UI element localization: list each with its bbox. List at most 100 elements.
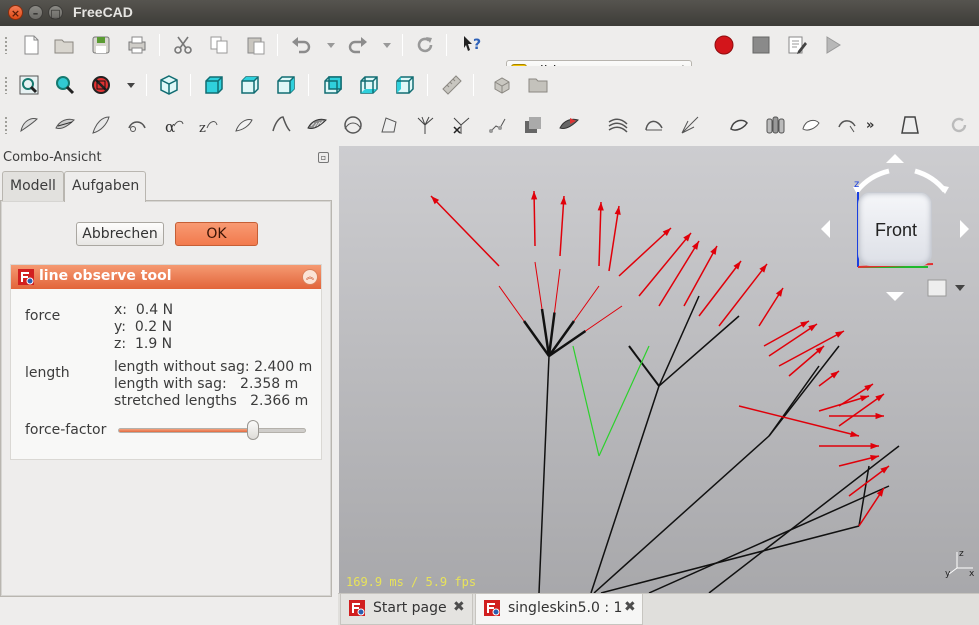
- close-tab-icon[interactable]: ✖: [624, 599, 636, 615]
- glider-tool-13-icon[interactable]: [448, 112, 474, 138]
- glider-tool-1-icon[interactable]: [16, 112, 42, 138]
- glider-tool-17-icon[interactable]: [605, 112, 631, 138]
- view-rear-icon[interactable]: [320, 72, 346, 98]
- view-left-icon[interactable]: [392, 72, 418, 98]
- open-file-icon[interactable]: [51, 32, 77, 58]
- collapse-icon[interactable]: ︽: [302, 269, 318, 285]
- axis-cross: z x y: [945, 549, 975, 578]
- nav-right-arrow-icon[interactable]: [960, 220, 969, 238]
- slider-handle[interactable]: [247, 420, 260, 440]
- glider-tool-7-icon[interactable]: [231, 112, 257, 138]
- new-file-icon[interactable]: [18, 32, 44, 58]
- refresh-gray-icon[interactable]: [946, 112, 972, 138]
- glider-tool-12-icon[interactable]: [412, 112, 438, 138]
- force-vector: [778, 330, 845, 367]
- paste-icon[interactable]: [243, 32, 269, 58]
- glider-tool-4-icon[interactable]: [124, 112, 150, 138]
- glider-tool-6-icon[interactable]: z: [195, 112, 221, 138]
- glider-tool-19-icon[interactable]: [677, 112, 703, 138]
- rotate-left-arrow-icon[interactable]: [855, 168, 890, 193]
- nav-left-arrow-icon[interactable]: [821, 220, 830, 238]
- view-top-icon[interactable]: [237, 72, 263, 98]
- glider-tool-21-icon[interactable]: [762, 112, 788, 138]
- macro-edit-icon[interactable]: [784, 32, 810, 58]
- cancel-button[interactable]: Abbrechen: [76, 222, 164, 246]
- force-vector: [638, 232, 692, 297]
- ok-button[interactable]: OK: [175, 222, 258, 246]
- draw-style-icon[interactable]: [88, 72, 114, 98]
- group-icon[interactable]: [525, 72, 551, 98]
- macro-record-icon[interactable]: [711, 32, 737, 58]
- suspension-line: [708, 445, 900, 593]
- suspension-line: [648, 485, 890, 593]
- glider-tool-5-icon[interactable]: α: [160, 112, 186, 138]
- glider-tool-9-icon[interactable]: [304, 112, 330, 138]
- nav-up-arrow-icon[interactable]: [886, 154, 904, 163]
- glider-tool-20-icon[interactable]: [726, 112, 752, 138]
- rotate-right-arrow-icon[interactable]: [914, 168, 947, 193]
- selected-line: [572, 345, 600, 457]
- part-icon[interactable]: [489, 72, 515, 98]
- tab-start-page[interactable]: Start page ✖: [340, 594, 473, 625]
- glider-tool-15-icon[interactable]: [520, 112, 546, 138]
- fit-selection-icon[interactable]: [52, 72, 78, 98]
- cut-icon[interactable]: [170, 32, 196, 58]
- print-icon[interactable]: [124, 32, 150, 58]
- tab-start-page-label: Start page: [373, 600, 447, 616]
- view-bottom-icon[interactable]: [356, 72, 382, 98]
- 3d-view[interactable]: 169.9 ms / 5.9 fps z Front z x y: [339, 146, 979, 593]
- splitter[interactable]: [332, 146, 339, 625]
- fit-all-icon[interactable]: [16, 72, 42, 98]
- save-icon[interactable]: [88, 32, 114, 58]
- redo-dropdown-icon[interactable]: [374, 32, 400, 58]
- tab-singleskin[interactable]: singleskin5.0 : 1 ✖: [475, 594, 643, 625]
- glider-tool-16-icon[interactable]: [556, 112, 582, 138]
- draw-style-dropdown-icon[interactable]: [118, 72, 144, 98]
- force-arrowhead: [870, 442, 879, 450]
- nav-down-arrow-icon[interactable]: [886, 292, 904, 301]
- glider-tool-22-icon[interactable]: [798, 112, 824, 138]
- stretched-lengths-value: stretched lengths 2.366 m: [114, 393, 309, 409]
- copy-icon[interactable]: [206, 32, 232, 58]
- redo-icon[interactable]: [345, 32, 371, 58]
- whats-this-icon[interactable]: ?: [459, 32, 485, 58]
- length-without-sag-value: length without sag: 2.400 m: [114, 359, 313, 375]
- tab-aufgaben[interactable]: Aufgaben: [64, 171, 146, 202]
- macro-run-icon[interactable]: [820, 32, 846, 58]
- force-factor-slider[interactable]: [118, 428, 306, 433]
- glider-tool-11-icon[interactable]: [376, 112, 402, 138]
- close-tab-icon[interactable]: ✖: [453, 599, 465, 615]
- minimize-window-button[interactable]: –: [28, 5, 43, 20]
- view-menu-cube-icon[interactable]: [927, 279, 947, 297]
- undock-icon[interactable]: ▫: [318, 152, 329, 163]
- measure-icon[interactable]: [439, 72, 465, 98]
- macro-stop-icon[interactable]: [748, 32, 774, 58]
- view-isometric-icon[interactable]: [156, 72, 182, 98]
- close-window-button[interactable]: ×: [8, 5, 23, 20]
- tab-modell[interactable]: Modell: [2, 171, 64, 201]
- svg-text:α: α: [165, 118, 175, 136]
- glider-tool-3-icon[interactable]: [88, 112, 114, 138]
- view-box-icon[interactable]: [897, 112, 923, 138]
- force-vector: [718, 263, 768, 327]
- suspension-line: [534, 261, 543, 310]
- glider-tool-10-icon[interactable]: [340, 112, 366, 138]
- glider-tool-18-icon[interactable]: [641, 112, 667, 138]
- undo-icon[interactable]: [288, 32, 314, 58]
- force-arrowhead: [860, 395, 869, 402]
- fps-counter: 169.9 ms / 5.9 fps: [346, 575, 477, 589]
- navcube-face-label: Front: [874, 220, 917, 240]
- glider-tool-2-icon[interactable]: [52, 112, 78, 138]
- refresh-icon[interactable]: [412, 32, 438, 58]
- toolbar-glider: α z »: [0, 106, 979, 144]
- glider-tool-23-icon[interactable]: [834, 112, 860, 138]
- force-arrowhead: [800, 321, 809, 328]
- navcube-front-face[interactable]: Front: [858, 192, 932, 266]
- toolbar-overflow-button[interactable]: »: [866, 118, 874, 133]
- glider-tool-14-icon[interactable]: [484, 112, 510, 138]
- maximize-window-button[interactable]: □: [48, 5, 63, 20]
- view-front-icon[interactable]: [201, 72, 227, 98]
- undo-dropdown-icon[interactable]: [318, 32, 344, 58]
- view-right-icon[interactable]: [273, 72, 299, 98]
- glider-tool-8-icon[interactable]: [268, 112, 294, 138]
